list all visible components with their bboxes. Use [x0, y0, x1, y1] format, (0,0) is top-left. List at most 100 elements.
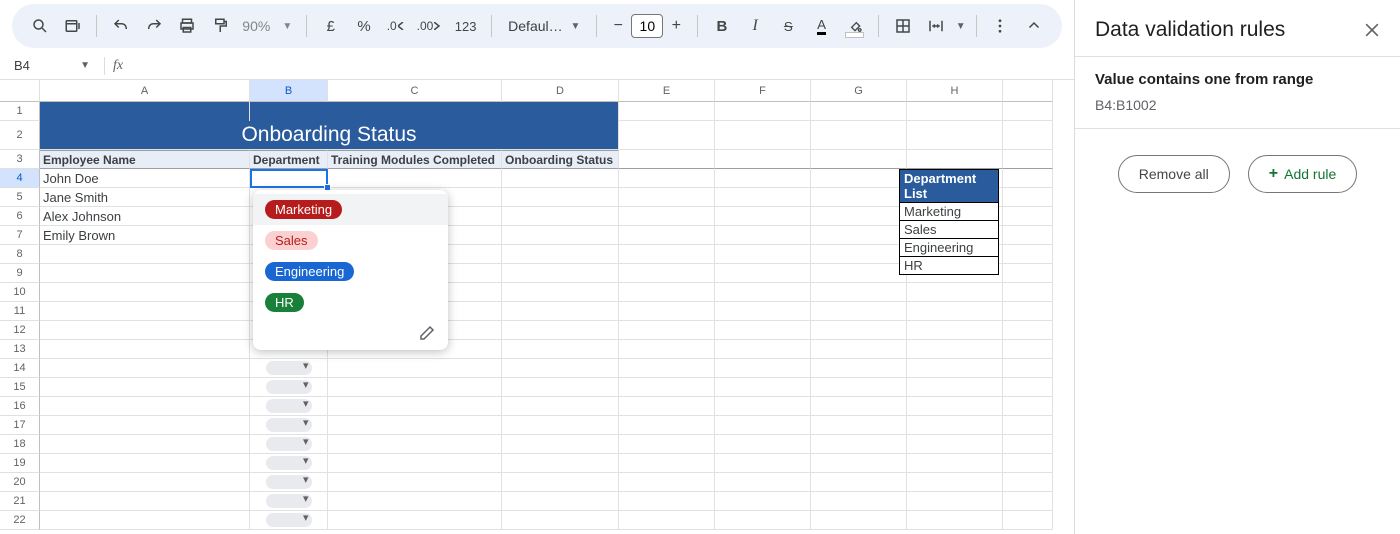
row-header[interactable]: 18 [0, 435, 40, 454]
dropdown-chip-cell[interactable] [250, 378, 328, 397]
row-header[interactable]: 21 [0, 492, 40, 511]
font-size-input[interactable] [631, 14, 663, 38]
dropdown-chip-cell[interactable] [250, 397, 328, 416]
borders-button[interactable] [887, 10, 918, 42]
italic-button[interactable]: I [740, 10, 771, 42]
dept-list-item[interactable]: Marketing [900, 203, 998, 221]
cell-department-active[interactable] [250, 169, 328, 188]
dropdown-chip-cell[interactable] [250, 511, 328, 530]
font-select[interactable]: Defaul… ▼ [500, 14, 588, 38]
undo-icon[interactable] [105, 10, 136, 42]
validation-rule-item[interactable]: Value contains one from range B4:B1002 [1075, 57, 1400, 129]
sidepanel-title: Data validation rules [1095, 18, 1285, 42]
strikethrough-button[interactable]: S [773, 10, 804, 42]
percent-format-button[interactable]: % [348, 10, 379, 42]
print-icon[interactable] [172, 10, 203, 42]
col-header-A[interactable]: A [40, 80, 250, 102]
col-header-E[interactable]: E [619, 80, 715, 102]
search-icon[interactable] [24, 10, 55, 42]
cell-employee[interactable]: Emily Brown [40, 226, 250, 245]
paint-format-icon[interactable] [205, 10, 236, 42]
data-validation-sidepanel: Data validation rules Value contains one… [1074, 0, 1400, 534]
row-header[interactable]: 17 [0, 416, 40, 435]
col-header-C[interactable]: C [328, 80, 502, 102]
merge-cells-button[interactable] [921, 10, 952, 42]
more-toolbar-icon[interactable] [985, 10, 1016, 42]
dept-list-item[interactable]: HR [900, 257, 998, 274]
row-header[interactable]: 2 [0, 121, 40, 150]
col-header-extra[interactable] [1003, 80, 1053, 102]
row-header[interactable]: 19 [0, 454, 40, 473]
formula-bar: B4 ▼ fx [0, 52, 1074, 80]
row-header[interactable]: 9 [0, 264, 40, 283]
col-header-B[interactable]: B [250, 80, 328, 102]
dropdown-option[interactable]: Marketing [253, 194, 448, 225]
row-header[interactable]: 10 [0, 283, 40, 302]
dropdown-chip-cell[interactable] [250, 492, 328, 511]
dept-list-item[interactable]: Sales [900, 221, 998, 239]
row-headers: 1 2 3 4 5 6 7 8 9 10 11 12 13 14 15 16 1 [0, 102, 40, 530]
zoom-dropdown-icon[interactable]: ▼ [276, 21, 298, 32]
row-header[interactable]: 8 [0, 245, 40, 264]
select-all-corner[interactable] [0, 80, 40, 102]
chevron-down-icon: ▼ [570, 21, 580, 32]
close-icon[interactable] [1362, 20, 1382, 40]
plus-icon: + [1269, 165, 1278, 183]
edit-icon[interactable] [418, 324, 436, 342]
row-header[interactable]: 7 [0, 226, 40, 245]
spreadsheet-grid[interactable]: A B C D E F G H 1 2 3 4 5 6 7 8 [0, 80, 1074, 534]
collapse-toolbar-icon[interactable] [1018, 10, 1050, 42]
cell-employee[interactable]: John Doe [40, 169, 250, 188]
currency-format-button[interactable]: £ [315, 10, 346, 42]
dropdown-chip-cell[interactable] [250, 454, 328, 473]
row-header[interactable]: 11 [0, 302, 40, 321]
redo-icon[interactable] [139, 10, 170, 42]
rule-title: Value contains one from range [1095, 69, 1380, 90]
dropdown-chip-cell[interactable] [250, 473, 328, 492]
row-header[interactable]: 16 [0, 397, 40, 416]
row-header[interactable]: 3 [0, 150, 40, 169]
name-box[interactable]: B4 ▼ [8, 58, 96, 73]
row-header[interactable]: 22 [0, 511, 40, 530]
add-rule-button[interactable]: + Add rule [1248, 155, 1358, 193]
rule-range: B4:B1002 [1095, 96, 1380, 116]
dropdown-option[interactable]: Engineering [253, 256, 448, 287]
col-header-H[interactable]: H [907, 80, 1003, 102]
dept-list-header: Department List [900, 170, 998, 203]
increase-font-button[interactable]: + [663, 13, 689, 39]
decrease-decimal-button[interactable]: .0 [382, 10, 413, 42]
fill-color-button[interactable] [839, 10, 870, 42]
row-header[interactable]: 6 [0, 207, 40, 226]
col-header-F[interactable]: F [715, 80, 811, 102]
row-header[interactable]: 15 [0, 378, 40, 397]
zoom-level[interactable]: 90% [238, 18, 274, 34]
increase-decimal-button[interactable]: .00 [415, 10, 446, 42]
chip-marketing: Marketing [265, 200, 342, 219]
row-header[interactable]: 20 [0, 473, 40, 492]
cell-employee[interactable]: Jane Smith [40, 188, 250, 207]
dropdown-chip-cell[interactable] [250, 435, 328, 454]
bold-button[interactable]: B [706, 10, 737, 42]
menus-icon[interactable] [57, 10, 88, 42]
font-name: Defaul… [508, 18, 562, 34]
text-color-button[interactable]: A [806, 10, 837, 42]
row-header[interactable]: 12 [0, 321, 40, 340]
col-header-G[interactable]: G [811, 80, 907, 102]
decrease-font-button[interactable]: − [605, 13, 631, 39]
row-header[interactable]: 1 [0, 102, 40, 121]
row-header[interactable]: 13 [0, 340, 40, 359]
chevron-down-icon: ▼ [80, 60, 90, 71]
row-header[interactable]: 4 [0, 169, 40, 188]
col-header-D[interactable]: D [502, 80, 619, 102]
more-formats-button[interactable]: 123 [448, 10, 483, 42]
row-header[interactable]: 14 [0, 359, 40, 378]
dept-list-item[interactable]: Engineering [900, 239, 998, 257]
remove-all-button[interactable]: Remove all [1118, 155, 1230, 193]
dropdown-option[interactable]: HR [253, 287, 448, 318]
merge-dropdown-icon[interactable]: ▼ [954, 21, 968, 32]
dropdown-chip-cell[interactable] [250, 416, 328, 435]
dropdown-chip-cell[interactable] [250, 359, 328, 378]
cell-employee[interactable]: Alex Johnson [40, 207, 250, 226]
row-header[interactable]: 5 [0, 188, 40, 207]
dropdown-option[interactable]: Sales [253, 225, 448, 256]
